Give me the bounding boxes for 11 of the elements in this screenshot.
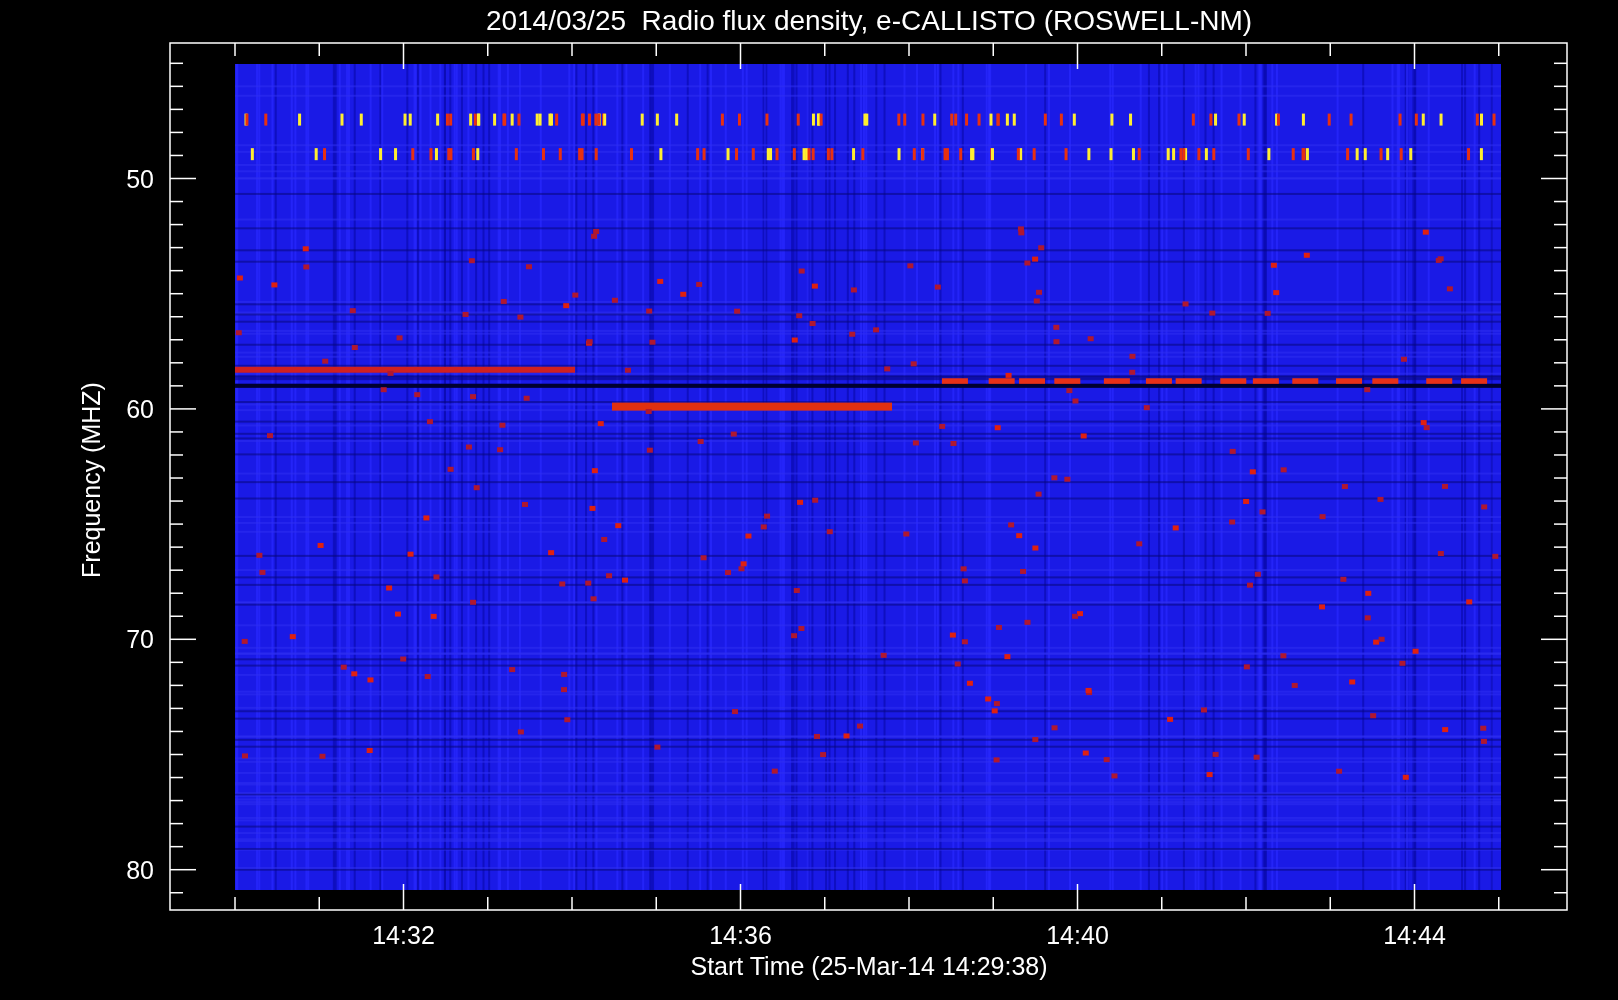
y-axis-label: Frequency (MHZ) bbox=[77, 382, 105, 578]
x-tick-label: 14:40 bbox=[1046, 921, 1109, 949]
y-tick-label: 60 bbox=[126, 394, 154, 423]
y-tick-label: 80 bbox=[126, 855, 154, 884]
y-tick-label: 70 bbox=[126, 625, 154, 654]
chart-title: 2014/03/25 Radio flux density, e-CALLISTO (ROSWELL-NM) bbox=[485, 5, 1253, 36]
x-tick-label: 14:32 bbox=[372, 921, 435, 949]
x-tick-label: 14:36 bbox=[709, 921, 772, 949]
x-tick-label: 14:44 bbox=[1383, 921, 1446, 949]
y-tick-label: 50 bbox=[126, 164, 154, 193]
x-axis-label: Start Time (25-Mar-14 14:29:38) bbox=[690, 952, 1048, 980]
